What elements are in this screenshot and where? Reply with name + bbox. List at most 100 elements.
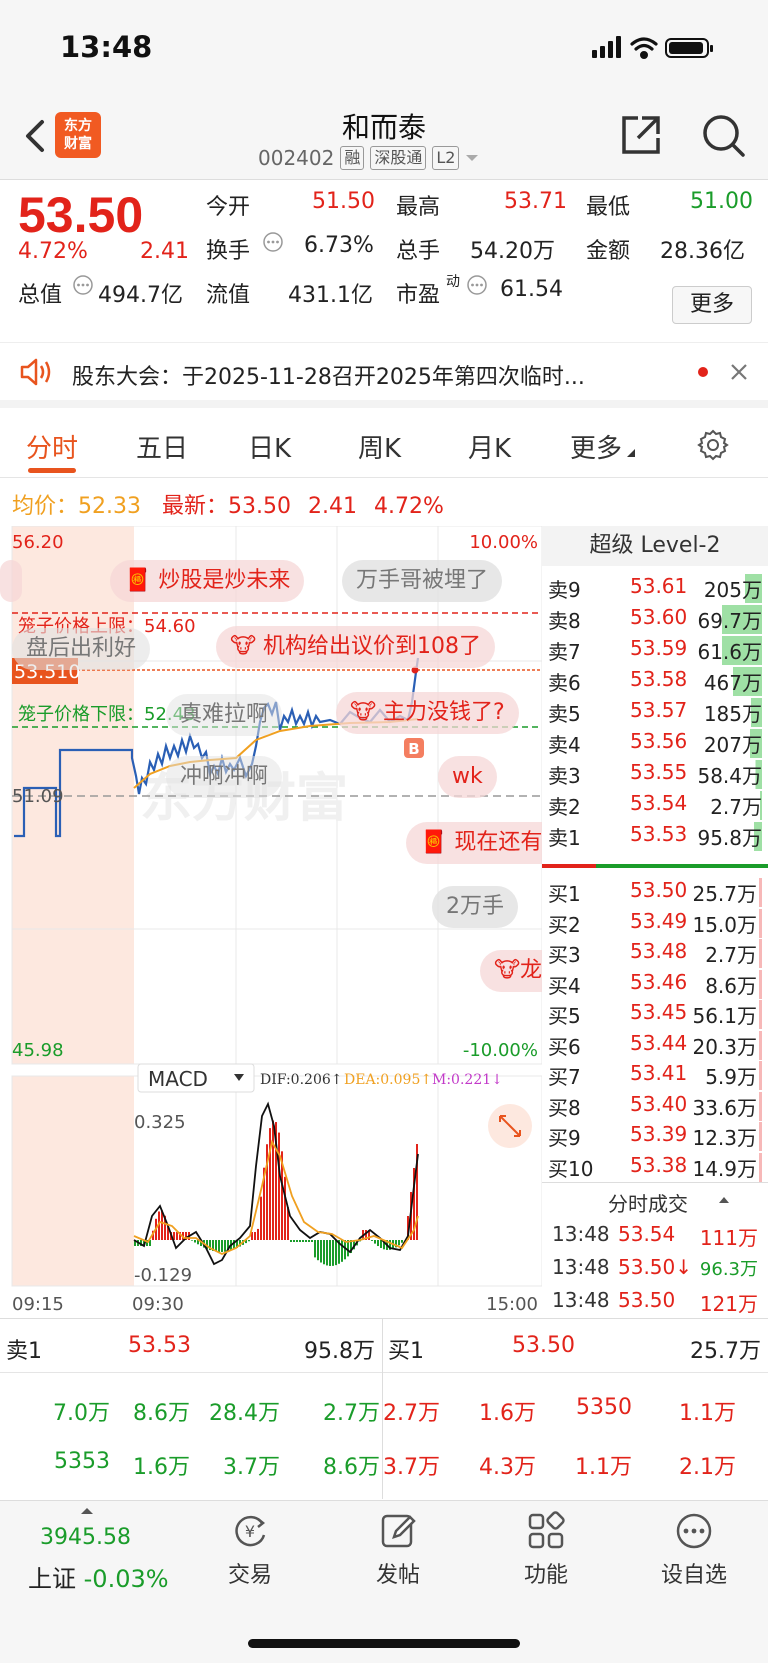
index-ticker[interactable]: 上证 -0.03% <box>28 1559 169 1594</box>
danmu-item[interactable]: 盘后出利好 <box>12 628 151 670</box>
danmu-item[interactable]: 🐮 机构给出议价到108了 <box>216 626 496 668</box>
ask-row[interactable]: 卖4 53.56 207万 <box>542 727 768 758</box>
volume-label: 总手 <box>396 239 441 264</box>
nav-post[interactable]: 发帖 <box>348 1511 448 1589</box>
macd-dea: DEA:0.095↑ <box>344 1072 432 1088</box>
ask-bid-ratio-bar <box>542 864 768 868</box>
trade-price: 53.50↓ <box>618 1255 693 1279</box>
bid-row[interactable]: 买3 53.48 2.7万 <box>542 937 768 968</box>
ask-row[interactable]: 卖1 53.53 95.8万 <box>542 820 768 851</box>
time-label-open: 09:30 <box>132 1294 184 1315</box>
edit-icon <box>381 1514 416 1548</box>
bid-row[interactable]: 买5 53.45 56.1万 <box>542 998 768 1029</box>
macd-bar <box>260 1196 262 1240</box>
ask-row[interactable]: 卖6 53.58 467万 <box>542 665 768 696</box>
bid-row[interactable]: 买8 53.40 33.6万 <box>542 1090 768 1121</box>
tab-monthly-k[interactable]: 月K <box>468 428 511 465</box>
search-icon[interactable] <box>700 112 746 158</box>
danmu-item[interactable]: 真难拉啊 <box>166 694 283 736</box>
ask-row[interactable]: 卖7 53.59 61.6万 <box>542 634 768 665</box>
nav-add-watchlist[interactable]: 设自选 <box>644 1511 744 1589</box>
macd-bar <box>326 1240 328 1266</box>
macd-bar <box>194 1240 196 1243</box>
low-value: 51.00 <box>690 189 753 214</box>
bid-price: 53.45 <box>630 1000 688 1024</box>
bid-volume: 8.6万 <box>705 969 762 999</box>
close-icon[interactable] <box>730 363 748 381</box>
trade-row: 13:48 53.54 111万 <box>542 1220 768 1251</box>
ask-row[interactable]: 卖2 53.54 2.7万 <box>542 789 768 820</box>
macd-bar <box>341 1240 343 1262</box>
sell-queue-order: 3.7万 <box>223 1455 280 1480</box>
bid-row[interactable]: 买9 53.39 12.3万 <box>542 1120 768 1151</box>
envelope-icon: 🧧 <box>124 568 152 593</box>
level2-tag: L2 <box>432 146 460 170</box>
ask-volume: 207万 <box>701 729 762 758</box>
danmu-item[interactable] <box>0 560 22 602</box>
buy-queue-order: 1.1万 <box>679 1401 736 1426</box>
connect-tag: 深股通 <box>370 146 427 170</box>
announcement-bar[interactable]: 股东大会：于2025-11-28召开2025年第四次临时... <box>0 342 768 408</box>
bid-price: 53.44 <box>630 1030 688 1055</box>
level2-title[interactable]: 超级 Level-2 <box>542 526 768 566</box>
bid-row[interactable]: 买1 53.50 25.7万 <box>542 876 768 907</box>
y-max-label: 56.20 <box>12 532 64 553</box>
settings-gear-icon[interactable] <box>696 428 730 462</box>
danmu-item[interactable]: 万手哥被埋了 <box>342 560 503 602</box>
nav-post-label: 发帖 <box>375 1563 420 1588</box>
bid-price: 53.50 <box>630 878 688 902</box>
yen-exchange-icon: ¥ <box>235 1515 266 1547</box>
bid-row[interactable]: 买10 53.38 14.9万 <box>542 1151 768 1182</box>
buy-queue-order: 4.3万 <box>479 1455 536 1480</box>
bid-price: 53.40 <box>630 1091 688 1116</box>
tab-more[interactable]: 更多 <box>570 428 622 465</box>
tab-weekly-k[interactable]: 周K <box>358 428 401 465</box>
macd-bar <box>398 1240 400 1246</box>
wifi-icon <box>630 37 658 60</box>
tab-intraday[interactable]: 分时 <box>26 428 78 465</box>
danmu-item[interactable]: wk <box>438 756 497 798</box>
ask-row[interactable]: 卖3 53.55 58.4万 <box>542 758 768 789</box>
ask-row[interactable]: 卖9 53.61 205万 <box>542 572 768 603</box>
change-percent: 4.72% <box>18 239 88 264</box>
bid-level: 买3 <box>548 943 581 967</box>
y-min-label: 45.98 <box>12 1040 64 1061</box>
nav-trade[interactable]: ¥ 交易 <box>200 1511 300 1589</box>
danmu-text: wk <box>452 764 483 789</box>
ask-volume: 69.7万 <box>695 605 762 634</box>
info-dots-icon[interactable] <box>72 274 94 296</box>
danmu-item[interactable]: 🐮 主力没钱了? <box>336 692 519 734</box>
trades-title[interactable]: 分时成交 <box>608 1188 688 1217</box>
nav-functions[interactable]: 功能 <box>496 1511 596 1589</box>
avg-value: 52.33 <box>78 494 141 519</box>
info-dots-icon[interactable] <box>466 274 488 296</box>
tab-five-day[interactable]: 五日 <box>136 428 188 465</box>
danmu-item[interactable]: 2万手 <box>432 886 518 928</box>
bid-row[interactable]: 买7 53.41 5.9万 <box>542 1059 768 1090</box>
index-value[interactable]: 3945.58 <box>40 1525 131 1550</box>
danmu-item[interactable]: 🧧 现在还有 <box>406 822 542 864</box>
danmu-item[interactable]: 冲啊冲啊 <box>166 756 283 798</box>
tab-daily-k[interactable]: 日K <box>248 428 291 465</box>
share-icon[interactable] <box>618 112 664 158</box>
danmu-text: 龙 <box>520 958 542 983</box>
more-button[interactable]: 更多 <box>672 286 752 324</box>
bid-row[interactable]: 买4 53.46 8.6万 <box>542 968 768 999</box>
ask-row[interactable]: 卖8 53.60 69.7万 <box>542 603 768 634</box>
queue-sell-label: 卖1 <box>6 1339 42 1364</box>
danmu-item[interactable]: 🧧 炒股是炒未来 <box>110 560 305 602</box>
index-pct: -0.03% <box>83 1565 169 1593</box>
bid-row[interactable]: 买2 53.49 15.0万 <box>542 907 768 938</box>
buy-queue-order: 5350 <box>576 1395 632 1420</box>
ask-row[interactable]: 卖5 53.57 185万 <box>542 696 768 727</box>
danmu-text: 万手哥被埋了 <box>356 568 489 593</box>
bid-price: 53.48 <box>630 939 688 963</box>
bid-row[interactable]: 买6 53.44 20.3万 <box>542 1029 768 1060</box>
info-dots-icon[interactable] <box>262 231 284 253</box>
bid-price: 53.39 <box>630 1122 688 1146</box>
nav-add-watchlist-label: 设自选 <box>660 1563 727 1588</box>
app-root: 13:48 东方 财富 和而泰 002402 融 深股通 L2 53.50 4.7… <box>0 0 768 1663</box>
danmu-item[interactable]: 🐮龙 <box>480 950 542 992</box>
stock-code-bar[interactable]: 002402 融 深股通 L2 <box>258 146 479 170</box>
macd-bar <box>248 1240 250 1242</box>
